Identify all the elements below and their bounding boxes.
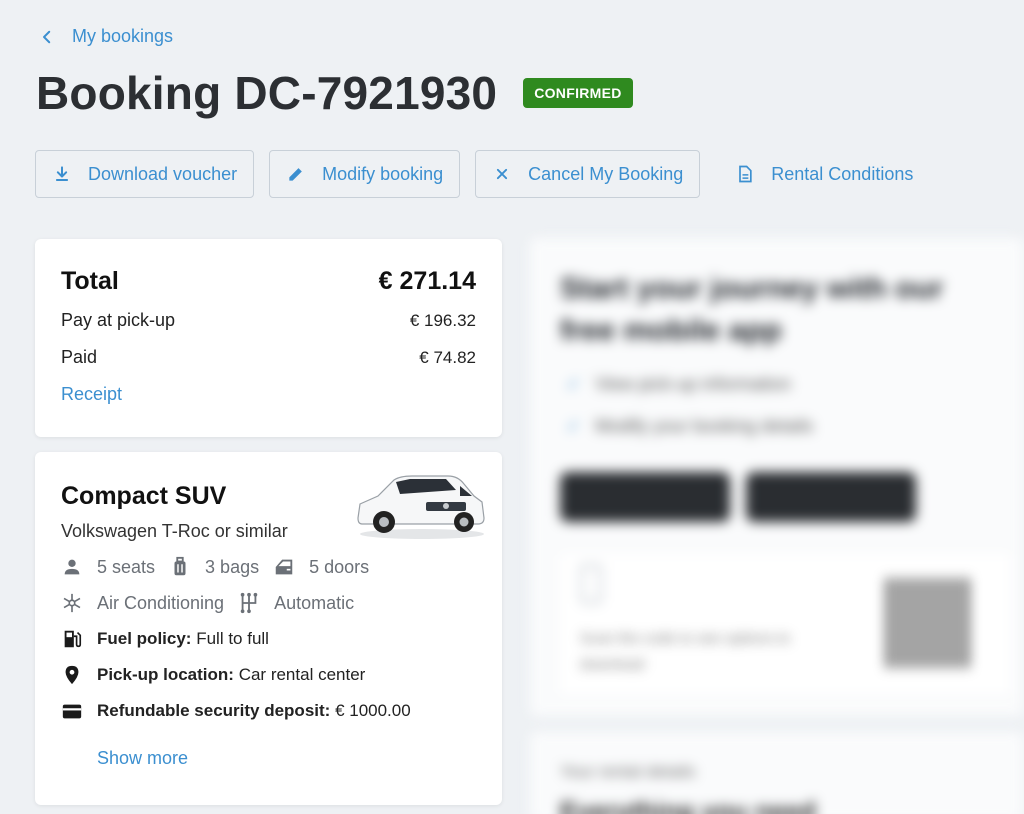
receipt-link[interactable]: Receipt — [61, 384, 122, 404]
paid-label: Paid — [61, 347, 98, 367]
luggage-icon — [174, 556, 186, 576]
qr-text: Scan the code to see options to download — [580, 630, 791, 673]
title-row: Booking DC-7921930 CONFIRMED — [36, 66, 633, 120]
total-label: Total — [61, 267, 119, 295]
rental-details-label: Your rental details — [560, 762, 696, 781]
rental-conditions-label: Rental Conditions — [771, 163, 914, 184]
fuel-policy-value: Full to full — [196, 629, 269, 648]
promo-title: Start your journey with our free mobile … — [560, 272, 944, 347]
security-deposit-value: € 1000.00 — [335, 701, 411, 720]
back-to-bookings-link[interactable]: My bookings — [38, 26, 173, 47]
download-voucher-label: Download voucher — [88, 163, 238, 184]
document-icon — [739, 165, 752, 183]
car-door-icon — [275, 559, 293, 575]
person-icon — [64, 559, 80, 575]
ac-label: Air Conditioning — [97, 592, 225, 613]
rental-conditions-link[interactable]: Rental Conditions — [715, 150, 929, 198]
total-value: € 271.14 — [378, 267, 476, 295]
pickup-location-value: Car rental center — [238, 665, 366, 684]
car-image — [357, 475, 485, 539]
google-play-button[interactable] — [560, 472, 730, 522]
ac-feature: Air Conditioning — [61, 592, 224, 614]
pay-at-pickup-value: € 196.32 — [409, 311, 476, 330]
qr-box: Scan the code to see options to download — [560, 554, 1010, 694]
page-title: Booking DC-7921930 — [36, 67, 498, 119]
car-features: 5 seats 3 bags 5 doors Air Conditioning … — [61, 556, 476, 614]
location-pin-icon — [65, 665, 79, 685]
show-more-link[interactable]: Show more — [97, 748, 188, 769]
payment-summary-card: Total € 271.14 Pay at pick-up € 196.32 P… — [35, 239, 502, 437]
transmission-feature: Automatic — [238, 592, 354, 614]
check-icon: ✓ — [566, 416, 582, 436]
cancel-booking-button[interactable]: Cancel My Booking — [475, 150, 701, 198]
close-icon — [497, 168, 508, 180]
car-details-card: Compact SUV Volkswagen T-Roc or similar … — [35, 452, 502, 805]
app-store-button[interactable] — [746, 472, 916, 522]
security-deposit-row: Refundable security deposit: € 1000.00 — [61, 700, 476, 722]
promo-check-1: ✓ View pick-up information — [566, 374, 791, 394]
app-promo-panel: Start your journey with our free mobile … — [530, 238, 1024, 814]
seats-label: 5 seats — [97, 556, 156, 577]
back-link-label: My bookings — [72, 26, 174, 46]
rental-details-title: Everything you need — [560, 796, 816, 814]
pickup-location-label: Pick-up location: — [97, 665, 234, 684]
cancel-booking-label: Cancel My Booking — [528, 163, 684, 184]
car-policies: Fuel policy: Full to full Pick-up locati… — [61, 628, 476, 722]
fuel-policy-row: Fuel policy: Full to full — [61, 628, 476, 650]
doors-feature: 5 doors — [273, 556, 369, 578]
total-row: Total € 271.14 — [61, 267, 476, 296]
chevron-left-icon — [43, 30, 51, 43]
promo-check-2: ✓ Modify your booking details — [566, 416, 814, 436]
paid-row: Paid € 74.82 — [61, 347, 476, 368]
bags-feature: 3 bags — [169, 556, 259, 578]
doors-label: 5 doors — [309, 556, 370, 577]
snowflake-icon — [63, 593, 81, 613]
pencil-icon — [289, 168, 302, 181]
download-voucher-button[interactable]: Download voucher — [35, 150, 255, 198]
fuel-policy-label: Fuel policy: — [97, 629, 192, 648]
status-badge: CONFIRMED — [523, 78, 633, 108]
bags-label: 3 bags — [205, 556, 260, 577]
qr-code — [886, 578, 974, 668]
credit-card-icon — [62, 704, 82, 719]
modify-booking-label: Modify booking — [322, 163, 444, 184]
action-bar: Download voucher Modify booking Cancel M… — [35, 150, 929, 198]
download-icon — [56, 166, 68, 181]
check-icon: ✓ — [566, 374, 582, 394]
transmission-label: Automatic — [274, 592, 355, 613]
modify-booking-button[interactable]: Modify booking — [269, 150, 461, 198]
rental-details-card: Your rental details Everything you need — [530, 732, 1024, 814]
pay-at-pickup-row: Pay at pick-up € 196.32 — [61, 310, 476, 331]
fuel-pump-icon — [64, 630, 82, 648]
seats-feature: 5 seats — [61, 556, 155, 578]
gearshift-icon — [240, 592, 258, 614]
pickup-location-row: Pick-up location: Car rental center — [61, 664, 476, 686]
security-deposit-label: Refundable security deposit: — [97, 701, 331, 720]
pay-at-pickup-label: Pay at pick-up — [61, 310, 176, 330]
paid-value: € 74.82 — [419, 348, 476, 367]
phone-icon — [580, 564, 602, 604]
